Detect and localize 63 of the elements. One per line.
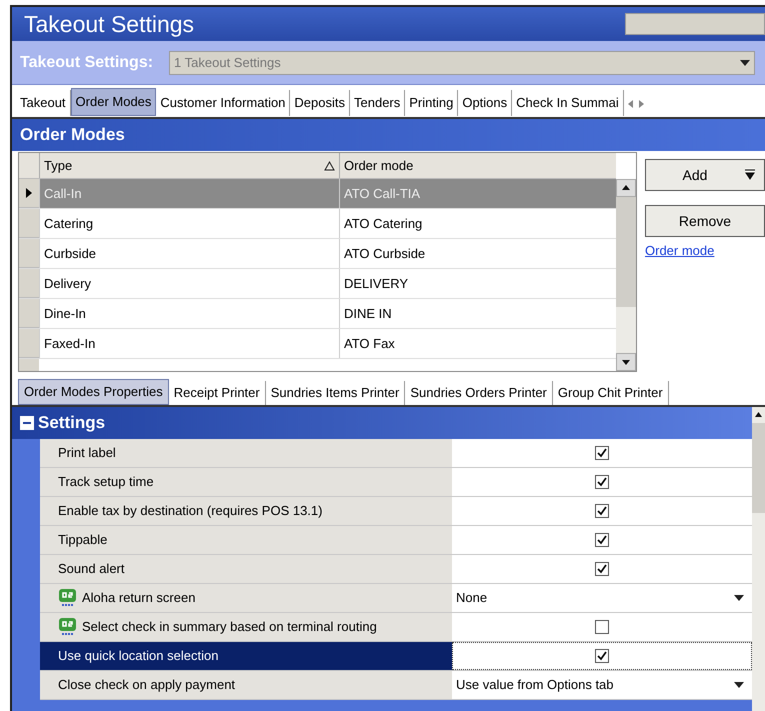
row-header[interactable] [19, 179, 39, 208]
table-row[interactable]: Dine-In DINE IN [19, 299, 616, 329]
table-cell: Dine-In [39, 299, 339, 328]
table-cell: Delivery [39, 269, 339, 298]
property-name[interactable]: Select check in summary based on terminal routing [40, 613, 452, 641]
checkbox[interactable] [595, 620, 609, 634]
selector-label: Takeout Settings: [20, 52, 154, 72]
tab[interactable]: Check In Summai [512, 90, 624, 116]
scrollbar[interactable] [752, 407, 765, 711]
column-header[interactable]: Order mode [339, 153, 616, 178]
window-title: Takeout Settings [24, 10, 196, 39]
dropdown-arrow-icon[interactable] [744, 169, 756, 181]
sort-icon [324, 160, 335, 170]
table-row[interactable]: Faxed-In ATO Fax [19, 329, 616, 359]
checkbox[interactable] [595, 504, 609, 518]
property-name[interactable]: Track setup time [40, 468, 452, 496]
property-name[interactable]: Sound alert [40, 555, 452, 583]
table-row[interactable]: Delivery DELIVERY [19, 269, 616, 299]
tab[interactable]: Options [458, 90, 512, 116]
tab[interactable]: Group Chit Printer [552, 381, 669, 405]
scroll-down-icon[interactable] [616, 353, 636, 371]
tab[interactable]: Order Modes Properties [18, 379, 169, 405]
quick-service-icon [58, 617, 78, 637]
order-mode-link[interactable]: Order mode [645, 241, 765, 260]
dropdown-arrow-icon[interactable] [740, 60, 750, 66]
tab[interactable]: Sundries Items Printer [266, 381, 406, 405]
column-header[interactable]: Type [39, 153, 339, 178]
checkbox[interactable] [595, 562, 609, 576]
property-name[interactable]: Print label [40, 439, 452, 467]
tab[interactable]: Deposits [290, 90, 350, 116]
add-button[interactable]: Add [645, 159, 765, 191]
checkbox[interactable] [595, 446, 609, 460]
quick-service-icon [58, 588, 78, 608]
checkbox[interactable] [595, 533, 609, 547]
dropdown-arrow-icon[interactable] [734, 595, 744, 601]
property-name[interactable]: Tippable [40, 526, 452, 554]
dropdown-arrow-icon[interactable] [734, 682, 744, 688]
table-row[interactable]: Catering ATO Catering [19, 209, 616, 239]
checkbox[interactable] [595, 475, 609, 489]
row-pointer-icon [26, 188, 32, 198]
table-cell: Curbside [39, 239, 339, 268]
tab[interactable]: Tenders [350, 90, 406, 116]
tab[interactable]: Sundries Orders Printer [405, 381, 553, 405]
table-cell: Call-In [39, 179, 339, 208]
property-name[interactable]: Enable tax by destination (requires POS 13.1) [40, 497, 452, 525]
tab[interactable]: Customer Information [156, 90, 290, 116]
remove-button[interactable]: Remove [645, 205, 765, 237]
scrollbar[interactable] [616, 179, 636, 371]
property-name[interactable]: Aloha return screen [40, 584, 452, 612]
property-name[interactable]: Close check on apply payment [40, 671, 452, 699]
tab[interactable]: Order Modes [70, 88, 156, 116]
collapse-toggle[interactable] [20, 416, 34, 430]
group-title: Settings [38, 412, 106, 434]
tab[interactable]: Printing [405, 90, 458, 116]
scroll-up-icon[interactable] [616, 179, 636, 197]
tab[interactable]: Receipt Printer [168, 381, 266, 405]
checkbox[interactable] [595, 649, 609, 663]
table-cell: Catering [39, 209, 339, 238]
table-row[interactable]: Curbside ATO Curbside [19, 239, 616, 269]
tab-scroll-arrows-icon[interactable] [628, 100, 644, 108]
table-cell: Faxed-In [39, 329, 339, 358]
property-name[interactable]: Use quick location selection [40, 642, 452, 670]
section-title: Order Modes [20, 124, 125, 146]
